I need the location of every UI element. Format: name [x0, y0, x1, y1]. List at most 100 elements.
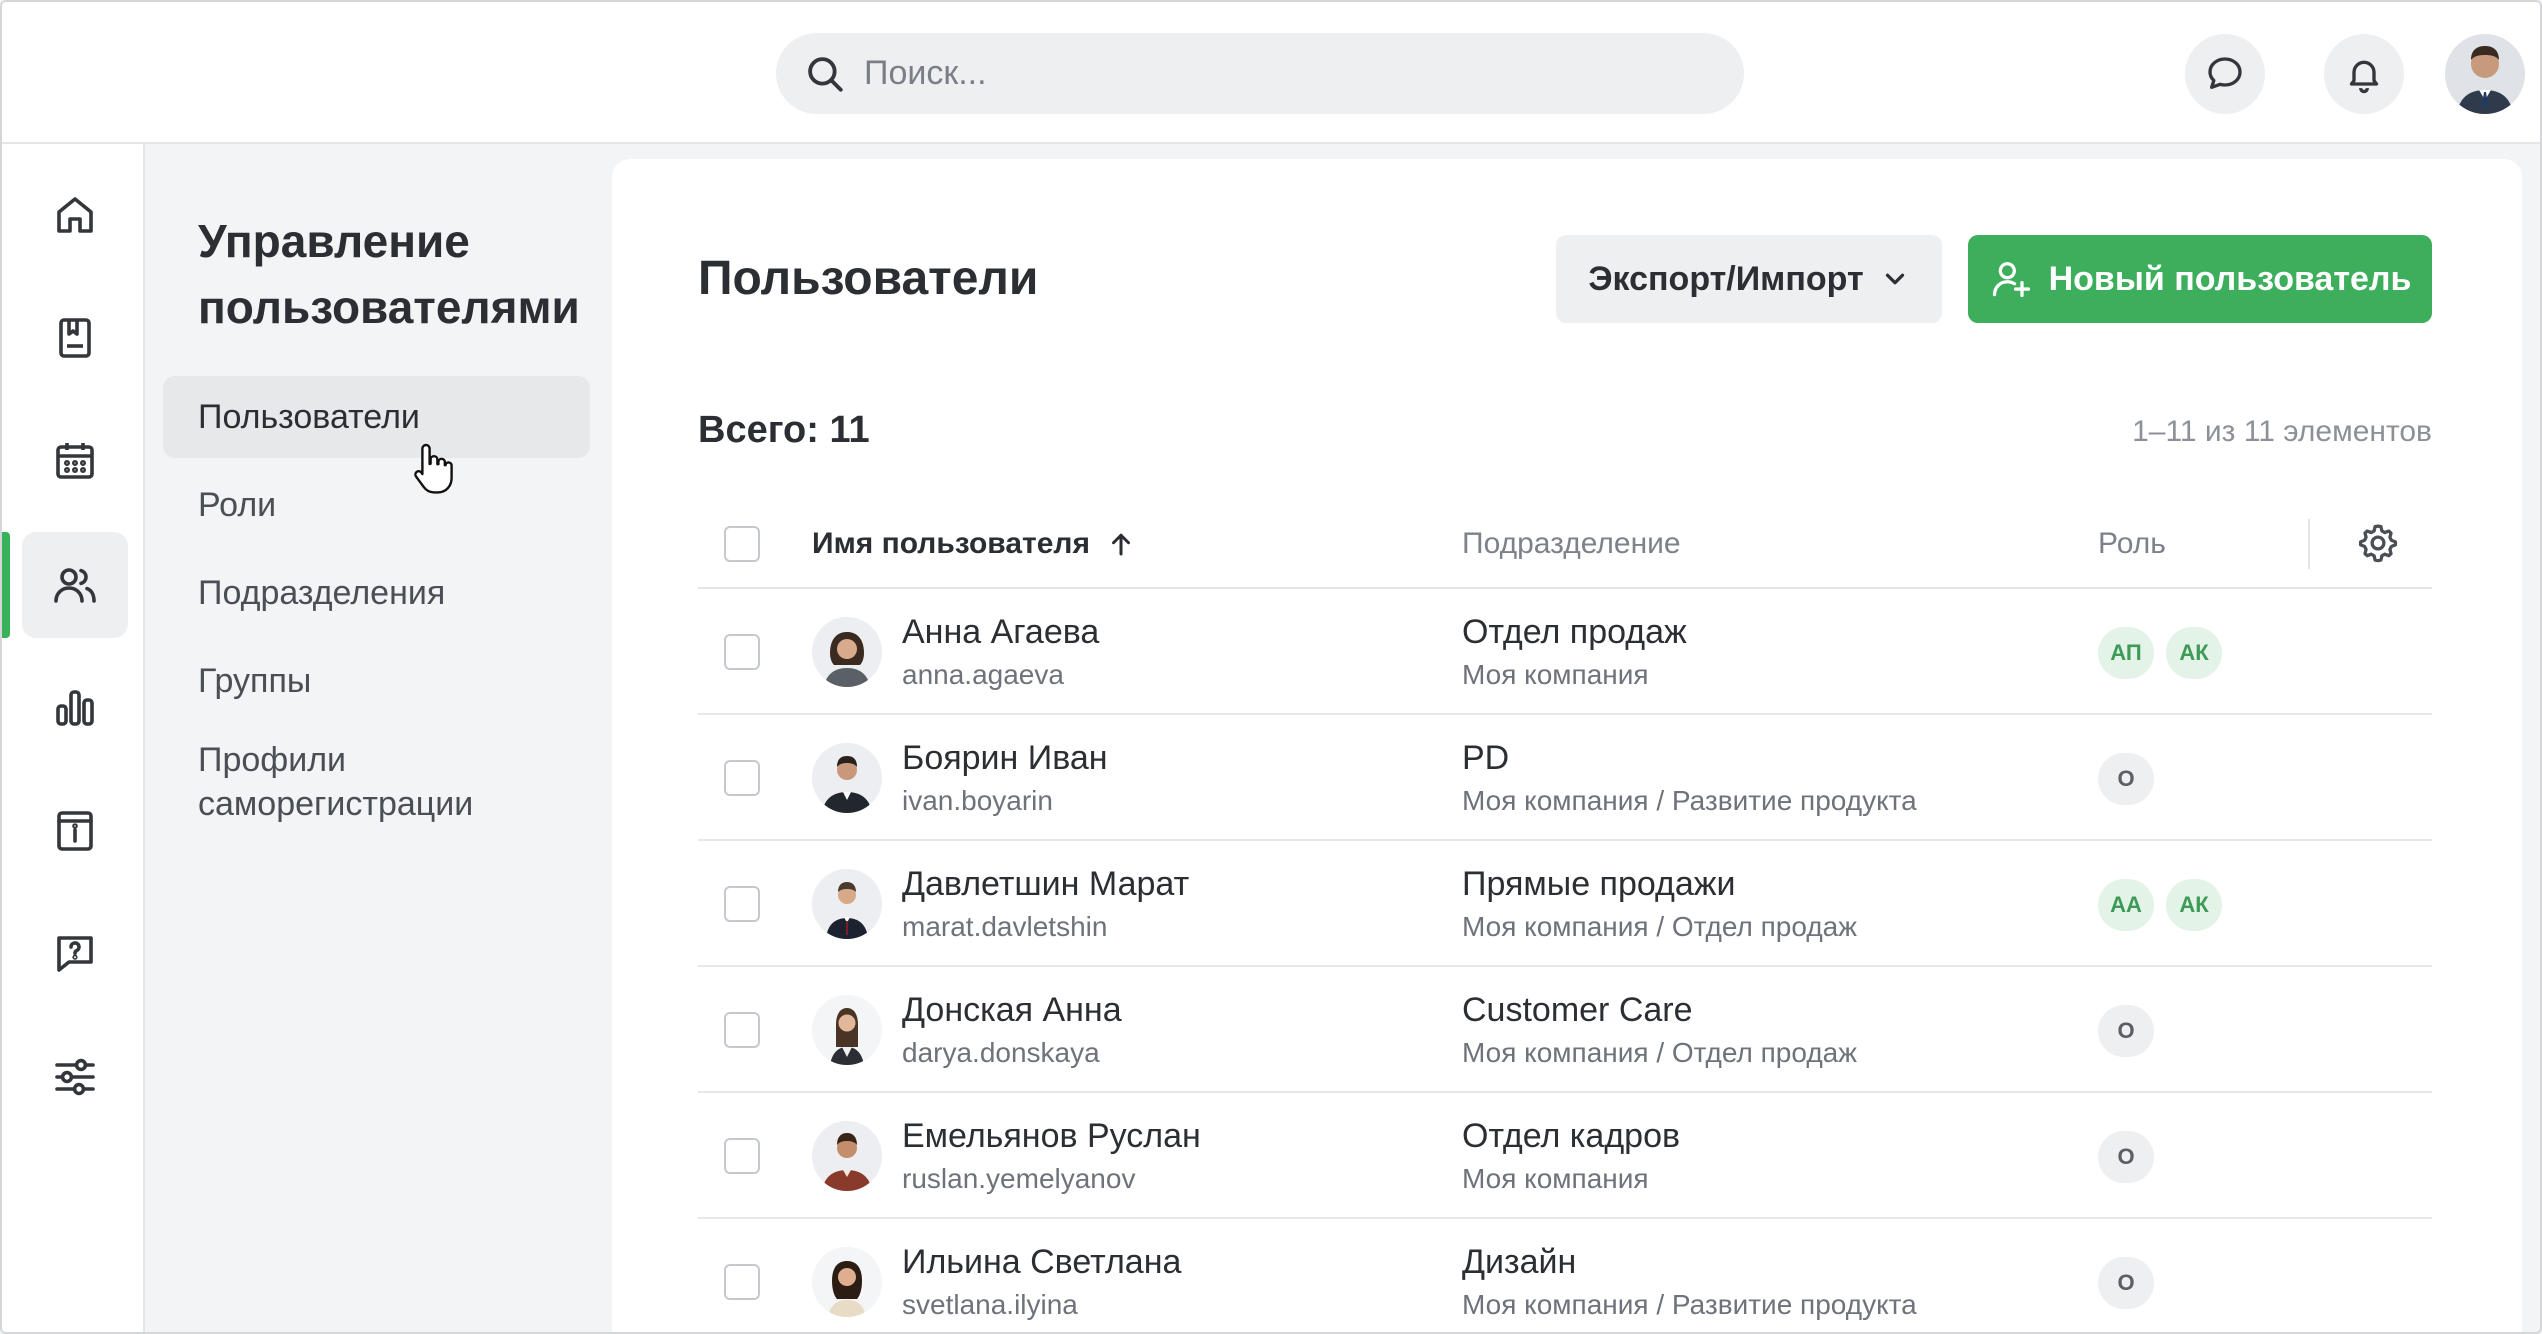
search-input[interactable]: [864, 54, 1684, 93]
user-name[interactable]: Емельянов Руслан: [902, 1117, 1201, 1156]
user-name[interactable]: Давлетшин Марат: [902, 865, 1189, 904]
department-path: Моя компания / Развитие продукта: [1462, 785, 1917, 816]
avatar: [812, 869, 882, 939]
avatar: [812, 1121, 882, 1191]
new-user-button[interactable]: Новый пользователь: [1968, 235, 2432, 323]
info-box-icon: [57, 811, 93, 851]
section-title: Управление пользователями: [198, 215, 580, 333]
user-login: svetlana.ilyina: [902, 1289, 1078, 1320]
left-rail: [2, 144, 145, 1332]
user-department: Дизайн: [1462, 1243, 1577, 1281]
bell-icon: [2349, 60, 2379, 94]
select-all-checkbox[interactable]: [724, 526, 760, 562]
table-row[interactable]: Ильина Светлана svetlana.ilyina Дизайн М…: [698, 1219, 2432, 1332]
rail-settings[interactable]: [22, 1024, 128, 1130]
subnav-item-users[interactable]: Пользователи: [163, 376, 590, 458]
user-department: Отдел кадров: [1462, 1117, 1681, 1155]
pagination-range: 1–11 из 11 элементов: [2132, 415, 2432, 448]
column-username[interactable]: Имя пользователя: [812, 527, 1136, 561]
avatar: [812, 995, 882, 1065]
user-photo-icon: [812, 995, 882, 1065]
user-name[interactable]: Донская Анна: [902, 991, 1122, 1030]
search-box[interactable]: [776, 33, 1744, 114]
chat-button[interactable]: [2185, 34, 2265, 114]
sliders-icon: [55, 1058, 95, 1096]
total-count: Всего: 11: [698, 409, 870, 451]
main-panel: Пользователи Экспорт/Импорт Новый пользо…: [612, 159, 2522, 1332]
chevron-down-icon: [1885, 273, 1904, 285]
hand-cursor-icon: [414, 443, 453, 494]
row-checkbox[interactable]: [724, 886, 760, 922]
row-checkbox[interactable]: [724, 1138, 760, 1174]
rail-users[interactable]: [2, 532, 128, 638]
rail-help[interactable]: [22, 901, 128, 1007]
notifications-button[interactable]: [2324, 34, 2404, 114]
section-sidebar: Управление пользователями Пользователи Р…: [145, 144, 612, 1332]
rail-knowledge[interactable]: [22, 285, 128, 391]
row-checkbox[interactable]: [724, 1012, 760, 1048]
page-title: Пользователи: [698, 252, 1039, 305]
role-badge: О: [2098, 1005, 2154, 1057]
user-department: PD: [1462, 739, 1510, 777]
role-badges: О: [2098, 1131, 2154, 1183]
column-divider: [2308, 519, 2310, 569]
role-badge: О: [2098, 1257, 2154, 1309]
department-path: Моя компания / Развитие продукта: [1462, 1289, 1917, 1320]
user-login: ivan.boyarin: [902, 785, 1053, 816]
chat-icon: [2208, 57, 2242, 90]
rail-calendar[interactable]: [22, 408, 128, 514]
user-login: ruslan.yemelyanov: [902, 1163, 1136, 1194]
column-username-label: Имя пользователя: [812, 527, 1090, 560]
column-role[interactable]: Роль: [2098, 527, 2166, 561]
rail-home[interactable]: [22, 162, 128, 268]
table-row[interactable]: Емельянов Руслан ruslan.yemelyanov Отдел…: [698, 1093, 2432, 1219]
row-checkbox[interactable]: [724, 1264, 760, 1300]
table-header: Имя пользователя Подразделение Роль: [698, 499, 2432, 589]
gear-icon[interactable]: [2356, 521, 2400, 565]
home-icon: [57, 197, 93, 233]
book-icon: [59, 318, 91, 358]
department-path: Моя компания / Отдел продаж: [1462, 1037, 1857, 1068]
role-badge: АК: [2166, 879, 2222, 931]
arrow-up-icon: [1111, 533, 1130, 556]
new-user-label: Новый пользователь: [2048, 259, 2412, 298]
subnav-item-self-registration[interactable]: Профили саморегистрации: [163, 728, 590, 848]
user-department: Customer Care: [1462, 991, 1693, 1029]
row-checkbox[interactable]: [724, 760, 760, 796]
subnav-item-groups[interactable]: Группы: [163, 640, 590, 722]
table-row[interactable]: Анна Агаева anna.agaeva Отдел продаж Моя…: [698, 589, 2432, 715]
subnav-item-departments[interactable]: Подразделения: [163, 552, 590, 634]
rail-analytics[interactable]: [22, 655, 128, 761]
table-row[interactable]: Боярин Иван ivan.boyarin PD Моя компания…: [698, 715, 2432, 841]
department-path: Моя компания / Отдел продаж: [1462, 911, 1857, 942]
users-icon: [54, 568, 96, 603]
column-department[interactable]: Подразделение: [1462, 527, 1681, 561]
department-path: Моя компания: [1462, 1163, 1649, 1194]
rail-info[interactable]: [22, 778, 128, 884]
top-bar: [2, 2, 2540, 144]
user-login: anna.agaeva: [902, 659, 1064, 690]
profile-avatar[interactable]: [2445, 34, 2525, 114]
user-photo-icon: [812, 1247, 882, 1317]
role-badge: АА: [2098, 879, 2154, 931]
user-login: darya.donskaya: [902, 1037, 1100, 1068]
role-badge: АК: [2166, 627, 2222, 679]
user-photo-icon: [2445, 34, 2525, 114]
user-photo-icon: [812, 743, 882, 813]
user-name[interactable]: Ильина Светлана: [902, 1243, 1181, 1282]
subnav-item-roles[interactable]: Роли: [163, 464, 590, 546]
user-name[interactable]: Боярин Иван: [902, 739, 1108, 778]
add-user-icon: [1992, 262, 2030, 298]
export-import-button[interactable]: Экспорт/Импорт: [1556, 235, 1942, 323]
user-department: Прямые продажи: [1462, 865, 1736, 903]
user-department: Отдел продаж: [1462, 613, 1687, 651]
row-checkbox[interactable]: [724, 634, 760, 670]
user-name[interactable]: Анна Агаева: [902, 613, 1099, 652]
table-row[interactable]: Донская Анна darya.donskaya Customer Car…: [698, 967, 2432, 1093]
avatar: [812, 617, 882, 687]
role-badges: О: [2098, 1005, 2154, 1057]
app-window: Управление пользователями Пользователи Р…: [0, 0, 2542, 1334]
table-row[interactable]: Давлетшин Марат marat.davletshin Прямые …: [698, 841, 2432, 967]
avatar: [812, 743, 882, 813]
calendar-icon: [56, 443, 94, 479]
